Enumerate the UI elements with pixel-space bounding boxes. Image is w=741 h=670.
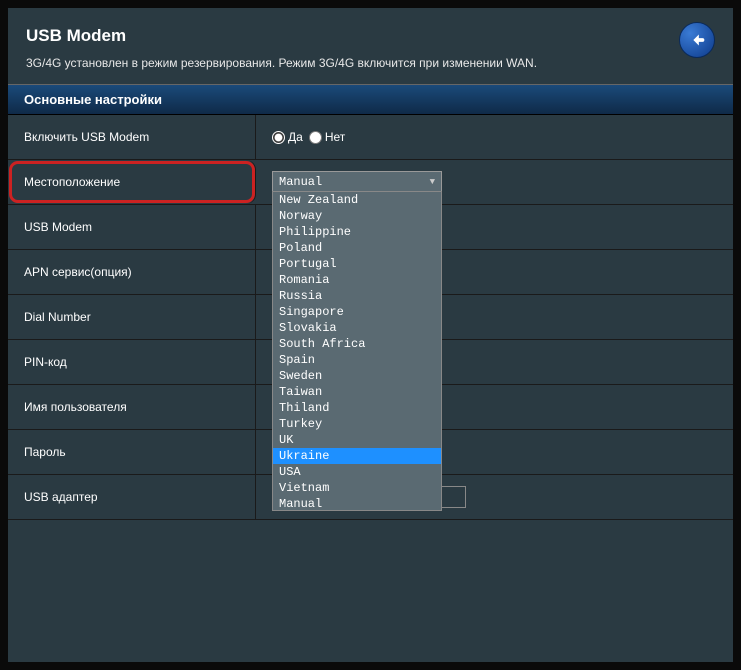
value-enable-usb-modem: Да Нет: [256, 115, 733, 159]
location-option[interactable]: Sweden: [273, 368, 441, 384]
page-title: USB Modem: [26, 26, 715, 46]
location-option[interactable]: Taiwan: [273, 384, 441, 400]
location-option[interactable]: Poland: [273, 240, 441, 256]
radio-no-input[interactable]: [309, 131, 322, 144]
location-option[interactable]: Thiland: [273, 400, 441, 416]
value-location: Manual ▼ New ZealandNorwayPhilippinePola…: [256, 160, 733, 204]
location-option[interactable]: Romania: [273, 272, 441, 288]
location-select[interactable]: Manual ▼: [272, 171, 442, 193]
location-option[interactable]: Spain: [273, 352, 441, 368]
location-option[interactable]: USA: [273, 464, 441, 480]
label-enable-usb-modem: Включить USB Modem: [8, 115, 256, 159]
location-option[interactable]: Norway: [273, 208, 441, 224]
radio-yes-input[interactable]: [272, 131, 285, 144]
section-heading: Основные настройки: [8, 84, 733, 115]
location-select-value: Manual: [279, 175, 322, 189]
location-option[interactable]: Ukraine: [273, 448, 441, 464]
location-option[interactable]: Philippine: [273, 224, 441, 240]
label-pin: PIN-код: [8, 340, 256, 384]
label-usb-adapter: USB адаптер: [8, 475, 256, 519]
location-option[interactable]: South Africa: [273, 336, 441, 352]
usb-modem-panel: USB Modem 3G/4G установлен в режим резер…: [8, 8, 733, 662]
location-option[interactable]: Russia: [273, 288, 441, 304]
label-username: Имя пользователя: [8, 385, 256, 429]
back-icon[interactable]: [679, 22, 715, 58]
label-apn: APN сервис(опция): [8, 250, 256, 294]
radio-yes[interactable]: Да: [272, 130, 303, 144]
location-option[interactable]: Singapore: [273, 304, 441, 320]
info-text: 3G/4G установлен в режим резервирования.…: [8, 56, 733, 84]
row-enable-usb-modem: Включить USB Modem Да Нет: [8, 115, 733, 160]
row-location: Местоположение Manual ▼ New ZealandNorwa…: [8, 160, 733, 205]
panel-header: USB Modem: [8, 8, 733, 56]
chevron-down-icon: ▼: [430, 177, 435, 187]
location-option[interactable]: Slovakia: [273, 320, 441, 336]
location-option[interactable]: UK: [273, 432, 441, 448]
arrow-back-icon: [686, 29, 708, 51]
label-usb-modem: USB Modem: [8, 205, 256, 249]
label-dial-number: Dial Number: [8, 295, 256, 339]
location-dropdown[interactable]: New ZealandNorwayPhilippinePolandPortuga…: [272, 191, 442, 511]
enable-radio-group: Да Нет: [272, 130, 345, 144]
location-option[interactable]: Vietnam: [273, 480, 441, 496]
radio-no[interactable]: Нет: [309, 130, 345, 144]
radio-yes-label: Да: [288, 130, 303, 144]
location-option[interactable]: New Zealand: [273, 192, 441, 208]
settings-rows: Включить USB Modem Да Нет Местоположение: [8, 115, 733, 520]
location-option[interactable]: Turkey: [273, 416, 441, 432]
label-password: Пароль: [8, 430, 256, 474]
location-option[interactable]: Manual: [273, 496, 441, 511]
location-option[interactable]: Portugal: [273, 256, 441, 272]
label-location: Местоположение: [8, 160, 256, 204]
radio-no-label: Нет: [325, 130, 345, 144]
